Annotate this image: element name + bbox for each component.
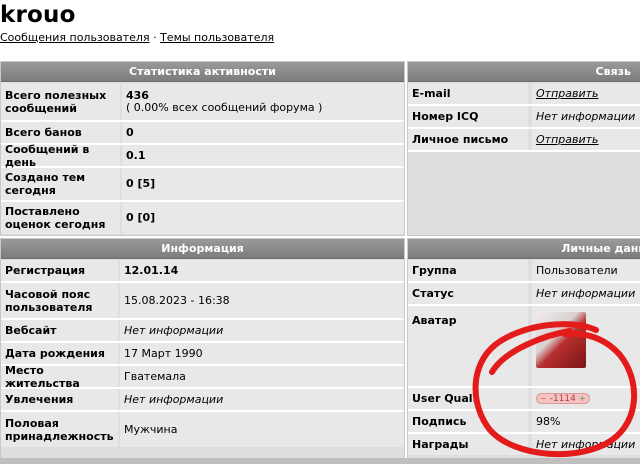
stat-label: Поставлено оценок сегодня	[1, 202, 120, 234]
link-separator: ·	[153, 31, 157, 44]
info-value: Мужчина	[120, 412, 404, 447]
info-label: Регистрация	[1, 260, 118, 281]
personal-row-user-quality: User Quali − -1114 +	[408, 388, 640, 411]
contact-row-icq: Номер ICQ Нет информации	[408, 106, 640, 129]
activity-stats-panel: Статистика активности Всего полезных соо…	[0, 61, 405, 236]
info-row-timezone: Часовой пояс пользователя 15.08.2023 - 1…	[1, 283, 404, 320]
bottom-bar	[0, 458, 640, 464]
personal-value: Пользователи	[532, 260, 640, 281]
info-value: Нет информации	[120, 320, 404, 341]
info-value: 17 Март 1990	[120, 343, 404, 364]
avatar	[536, 312, 586, 368]
stat-value: 0 [0]	[122, 202, 404, 234]
personal-label: Статус	[408, 283, 528, 304]
contact-label: Личное письмо	[408, 129, 528, 150]
stat-value: 0 [5]	[122, 168, 404, 200]
personal-row-awards: Награды Нет информации	[408, 434, 640, 455]
contact-value: Нет информации	[532, 106, 640, 127]
stat-row-ratings-today: Поставлено оценок сегодня 0 [0]	[1, 202, 404, 234]
information-header: Информация	[1, 239, 404, 259]
stat-value-cell: 436 ( 0.00% всех сообщений форума )	[122, 83, 404, 120]
stat-label: Создано тем сегодня	[1, 168, 120, 200]
reputation-value: -1114	[549, 393, 576, 404]
info-label: Увлечения	[1, 389, 118, 410]
info-value: 15.08.2023 - 16:38	[120, 283, 404, 318]
personal-data-panel: Личные данн Группа Пользователи Статус Н…	[407, 238, 640, 462]
information-panel: Информация Регистрация 12.01.14 Часовой …	[0, 238, 405, 462]
contact-header: Связь	[408, 62, 640, 82]
personal-value: Нет информации	[532, 283, 640, 304]
personal-value: 98%	[532, 411, 640, 432]
stat-subvalue: ( 0.00% всех сообщений форума )	[126, 100, 323, 114]
contact-row-pm: Личное письмо Отправить	[408, 129, 640, 152]
stat-value: 0.1	[122, 145, 404, 166]
reputation-cell: − -1114 +	[532, 388, 640, 409]
stat-value: 0	[122, 122, 404, 143]
info-label: Половая принадлежность	[1, 412, 118, 447]
info-label: Часовой пояс пользователя	[1, 283, 118, 318]
email-send-link[interactable]: Отправить	[532, 83, 640, 104]
user-topics-link[interactable]: Темы пользователя	[160, 31, 274, 44]
stat-label: Всего полезных сообщений	[1, 83, 120, 120]
personal-label: Награды	[408, 434, 528, 455]
personal-label: Группа	[408, 260, 528, 281]
info-value: Гватемала	[120, 366, 404, 387]
personal-row-status: Статус Нет информации	[408, 283, 640, 306]
user-links: Сообщения пользователя · Темы пользовате…	[0, 31, 274, 44]
info-row-website: Вебсайт Нет информации	[1, 320, 404, 343]
activity-stats-header: Статистика активности	[1, 62, 404, 82]
info-value: 12.01.14	[120, 260, 404, 281]
info-label: Дата рождения	[1, 343, 118, 364]
minus-icon: −	[540, 393, 547, 403]
stat-label: Сообщений в день	[1, 143, 120, 169]
stat-label: Всего банов	[1, 122, 120, 143]
personal-value: Нет информации	[532, 434, 640, 455]
plus-icon: +	[578, 393, 586, 403]
contact-label: E-mail	[408, 83, 528, 104]
personal-label: User Quali	[408, 388, 528, 409]
user-posts-link[interactable]: Сообщения пользователя	[0, 31, 150, 44]
personal-row-signature: Подпись 98%	[408, 411, 640, 434]
personal-data-header: Личные данн	[408, 239, 640, 259]
info-row-registration: Регистрация 12.01.14	[1, 260, 404, 283]
personal-label: Подпись	[408, 411, 528, 432]
stat-value: 436	[126, 88, 149, 102]
info-value: Нет информации	[120, 389, 404, 410]
avatar-cell	[532, 306, 640, 386]
contact-row-email: E-mail Отправить	[408, 83, 640, 106]
info-row-hobbies: Увлечения Нет информации	[1, 389, 404, 412]
personal-label: Аватар	[408, 306, 528, 386]
contact-label: Номер ICQ	[408, 106, 528, 127]
stat-row-total-posts: Всего полезных сообщений 436 ( 0.00% все…	[1, 83, 404, 122]
reputation-badge[interactable]: − -1114 +	[536, 393, 590, 404]
info-row-gender: Половая принадлежность Мужчина	[1, 412, 404, 447]
personal-row-group: Группа Пользователи	[408, 260, 640, 283]
info-label: Вебсайт	[1, 320, 118, 341]
info-label: Место жительства	[1, 364, 118, 390]
stat-row-topics-today: Создано тем сегодня 0 [5]	[1, 168, 404, 202]
info-row-location: Место жительства Гватемала	[1, 364, 404, 390]
contact-panel: Связь E-mail Отправить Номер ICQ Нет инф…	[407, 61, 640, 236]
page-title: krouo	[0, 2, 76, 28]
pm-send-link[interactable]: Отправить	[532, 129, 640, 150]
personal-row-avatar: Аватар	[408, 306, 640, 388]
stat-row-posts-per-day: Сообщений в день 0.1	[1, 143, 404, 169]
